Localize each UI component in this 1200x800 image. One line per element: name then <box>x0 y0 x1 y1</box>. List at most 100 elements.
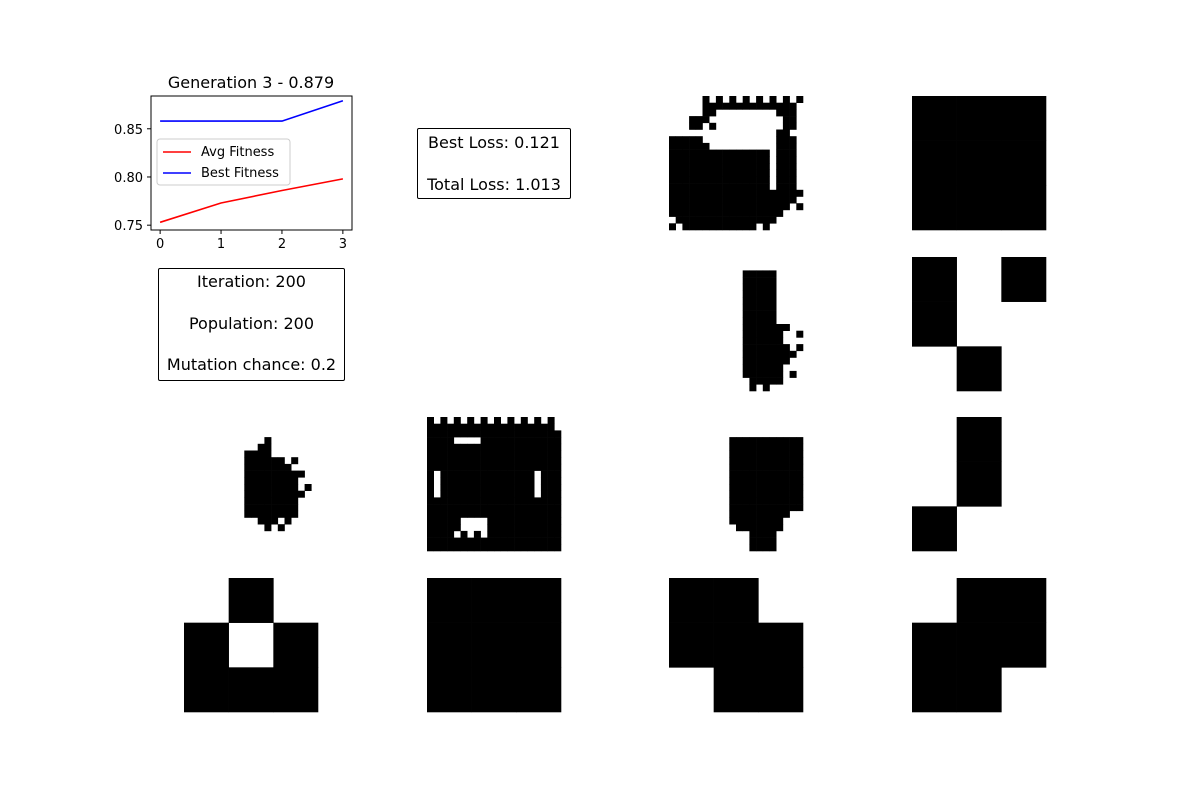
pixel-cell <box>540 530 548 538</box>
pixel-cell <box>776 524 784 532</box>
pixel-cell <box>433 537 441 545</box>
pixel-cell <box>487 463 495 471</box>
pixel-cell <box>520 463 528 471</box>
pixel-cell <box>756 470 764 478</box>
pixel-cell <box>440 463 448 471</box>
pixel-cell <box>742 344 750 352</box>
pixel-cell <box>527 530 535 538</box>
pixel-cell <box>762 223 770 231</box>
pixel-cell <box>742 310 750 318</box>
pixel-cell <box>756 357 764 365</box>
pixel-cell <box>675 189 683 197</box>
pixel-cell <box>756 524 764 532</box>
pixel-cell <box>453 490 461 498</box>
pixel-cell <box>776 370 784 378</box>
pixel-cell <box>540 450 548 458</box>
legend-label-avg: Avg Fitness <box>201 145 274 160</box>
pixel-cell <box>769 517 777 525</box>
pixel-cell <box>494 517 501 525</box>
chart-title: Generation 3 - 0.879 <box>168 73 334 92</box>
pixel-cell <box>257 490 265 498</box>
pixel-cell <box>467 484 475 491</box>
pixel-cell <box>297 470 305 478</box>
pixel-cell <box>749 344 757 352</box>
pixel-cell <box>257 477 265 485</box>
pixel-cell <box>440 443 448 451</box>
pixel-cell <box>782 116 790 124</box>
pixel-cell <box>776 437 784 445</box>
pixel-cell <box>500 510 508 518</box>
grid-panel-16 <box>912 578 1047 713</box>
pixel-cell <box>715 149 723 157</box>
pixel-cell <box>709 223 717 231</box>
pixel-cell <box>487 437 495 445</box>
pixel-cell <box>762 196 770 204</box>
pixel-cell <box>789 156 797 164</box>
pixel-cell <box>433 517 441 525</box>
pixel-cell <box>769 203 777 211</box>
pixel-cell <box>729 203 737 211</box>
pixel-cell <box>516 578 562 623</box>
pixel-cell <box>695 209 703 217</box>
pixel-cell <box>507 517 515 525</box>
pixel-cell <box>184 622 229 668</box>
pixel-cell <box>782 183 790 191</box>
pixel-cell <box>762 337 770 345</box>
pixel-cell <box>776 497 784 505</box>
pixel-cell <box>756 324 764 331</box>
pixel-cell <box>729 176 737 184</box>
pixel-cell <box>769 497 777 505</box>
pixel-cell <box>682 216 690 224</box>
pixel-cell <box>682 176 690 184</box>
pixel-cell <box>480 484 488 491</box>
pixel-cell <box>433 530 441 538</box>
pixel-cell <box>769 357 777 365</box>
pixel-cell <box>494 470 501 478</box>
pixel-cell <box>756 203 764 211</box>
pixel-cell <box>782 196 790 204</box>
pixel-cell <box>762 216 770 224</box>
pixel-cell <box>520 544 528 552</box>
pixel-cell <box>427 544 434 552</box>
pixel-cell <box>467 504 475 512</box>
pixel-cell <box>749 317 757 325</box>
pixel-cell <box>427 578 472 623</box>
pixel-cell <box>507 497 515 505</box>
pixel-cell <box>669 176 676 184</box>
pixel-cell <box>514 530 522 538</box>
pixel-cell <box>520 457 528 465</box>
pixel-cell <box>480 457 488 465</box>
pixel-grid-panels <box>184 96 1047 713</box>
pixel-cell <box>540 463 548 471</box>
pixel-cell <box>729 497 737 505</box>
pixel-cell <box>453 477 461 485</box>
pixel-cell <box>695 203 703 211</box>
pixel-cell <box>291 497 299 505</box>
pixel-cell <box>520 490 528 498</box>
pixel-cell <box>467 463 475 471</box>
pixel-cell <box>433 430 441 438</box>
pixel-cell <box>769 283 777 291</box>
pixel-cell <box>540 490 548 498</box>
pixel-cell <box>689 156 697 164</box>
pixel-cell <box>500 450 508 458</box>
pixel-cell <box>251 450 258 458</box>
pixel-cell <box>762 490 770 498</box>
pixel-cell <box>776 102 784 110</box>
pixel-cell <box>689 169 697 177</box>
pixel-cell <box>782 497 790 505</box>
pixel-cell <box>742 169 750 177</box>
pixel-cell <box>264 463 272 471</box>
pixel-cell <box>520 430 528 438</box>
pixel-cell <box>713 667 759 713</box>
pixel-cell <box>467 430 475 438</box>
pixel-cell <box>264 497 272 505</box>
pixel-cell <box>789 463 797 471</box>
pixel-cell <box>715 209 723 217</box>
pixel-cell <box>284 490 292 498</box>
pixel-cell <box>440 490 448 498</box>
pixel-cell <box>527 423 535 431</box>
pixel-cell <box>473 490 481 498</box>
pixel-cell <box>534 530 542 538</box>
pixel-cell <box>695 149 703 157</box>
